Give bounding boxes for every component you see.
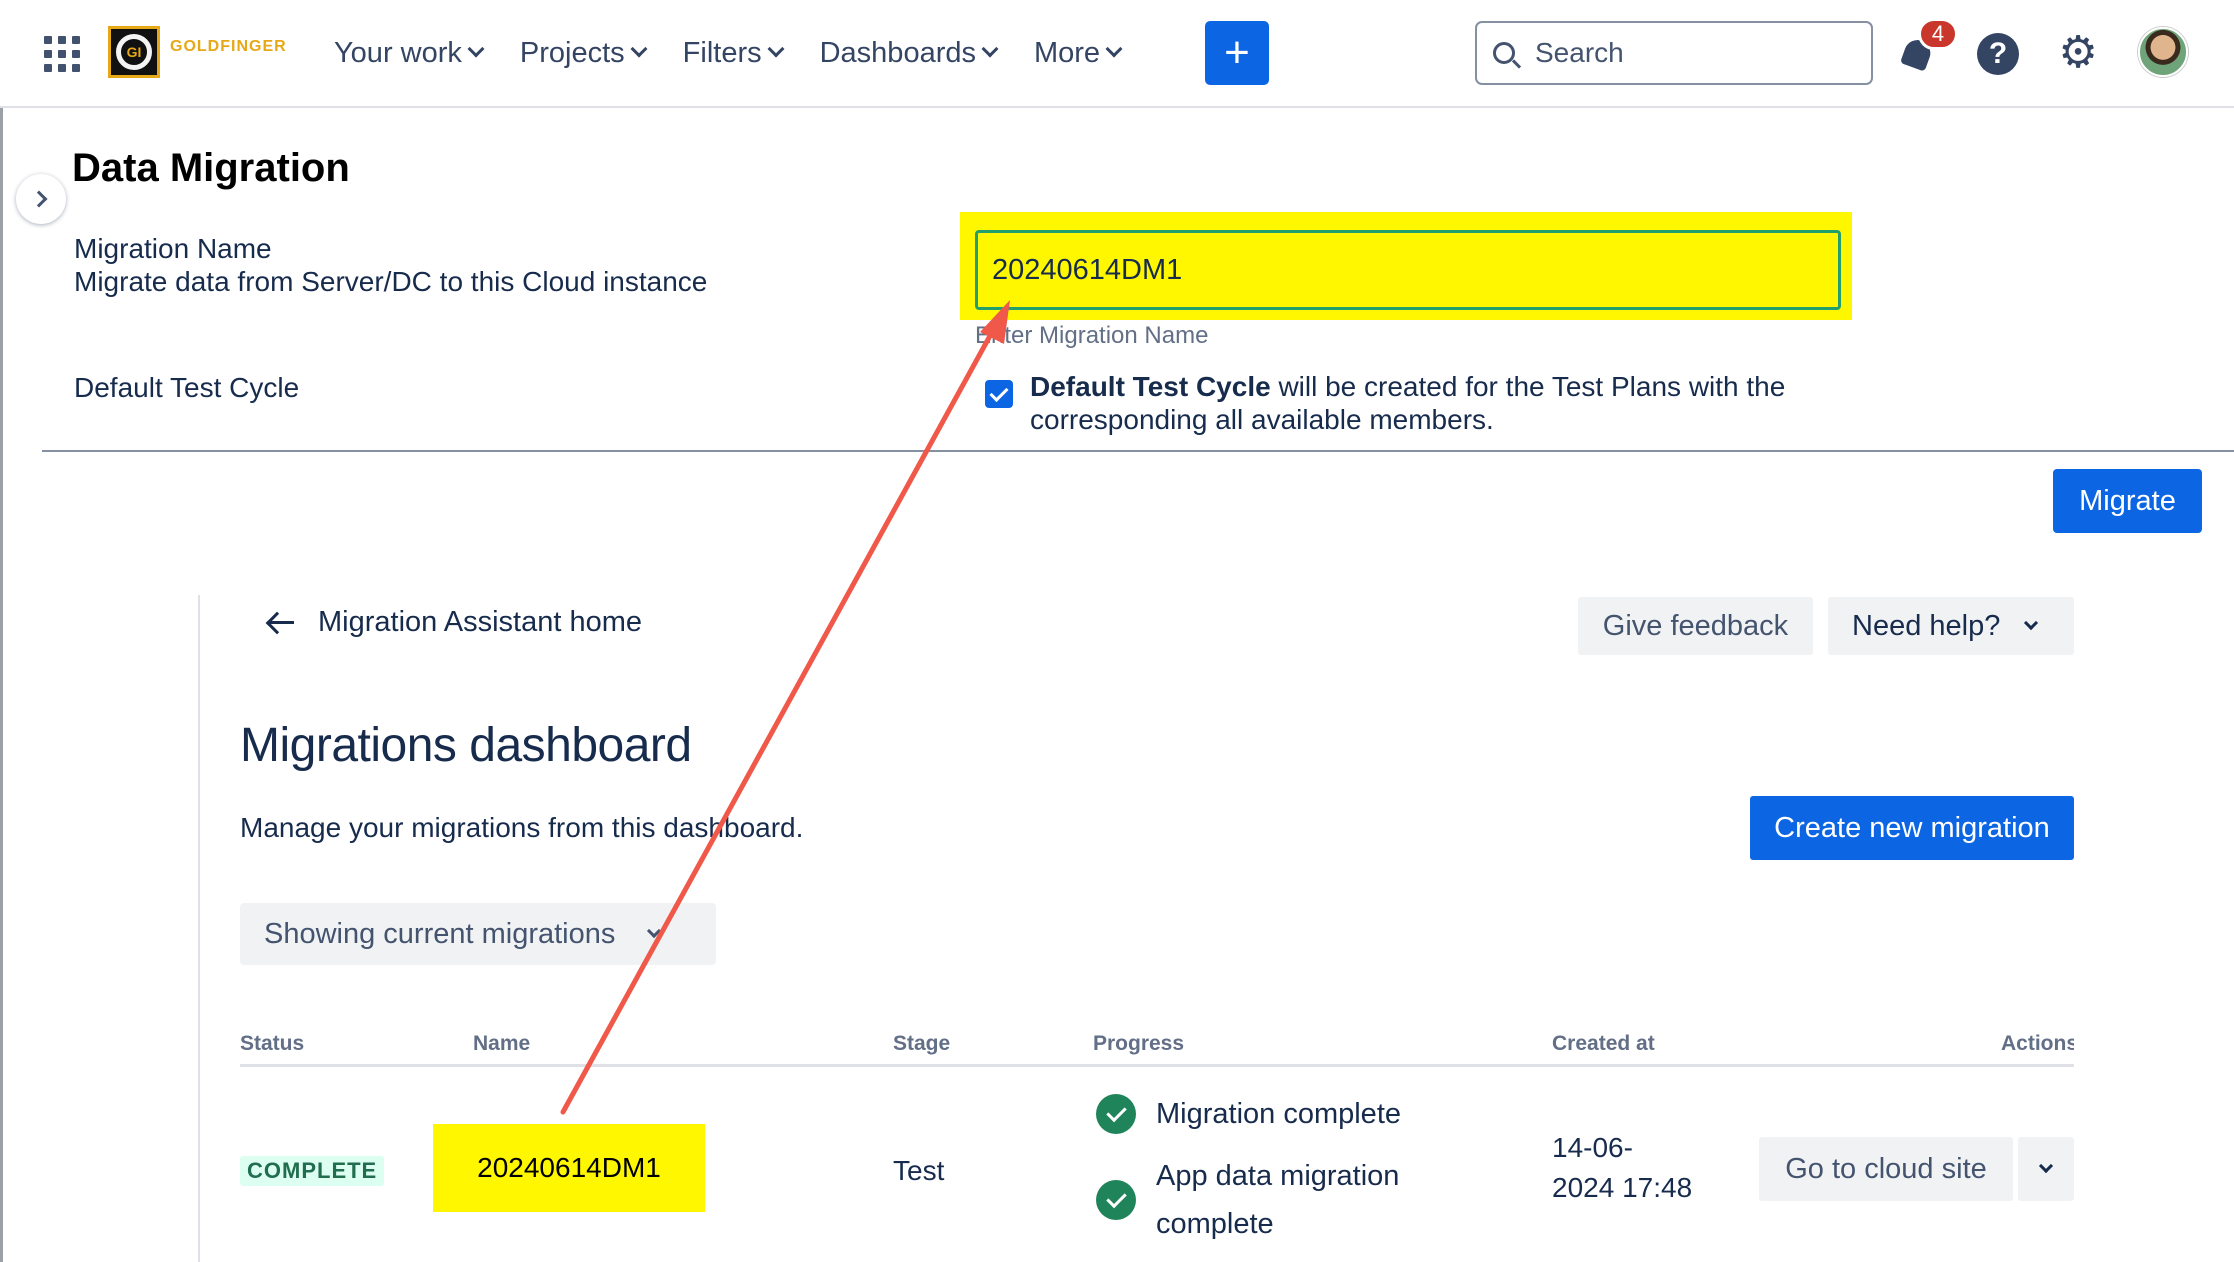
column-header-actions: Actions: [2001, 1032, 2074, 1055]
chevron-down-icon: [2038, 1158, 2054, 1174]
logo-text: GOLDFINGER: [170, 38, 287, 55]
dashboard-title: Migrations dashboard: [240, 719, 692, 772]
created-date: 14-06-: [1552, 1132, 1633, 1163]
migrate-button[interactable]: Migrate: [2053, 469, 2202, 533]
nav-menu: Your work Projects Filters Dashboards Mo…: [334, 30, 1158, 76]
progress-label: Migration complete: [1156, 1098, 1401, 1130]
section-divider: [42, 450, 2234, 452]
chevron-down-icon: [767, 40, 785, 58]
filter-label: Showing current migrations: [264, 917, 616, 950]
logo-mark: GI: [116, 34, 152, 70]
app-switcher-icon[interactable]: [44, 36, 80, 72]
chevron-down-icon: [630, 40, 648, 58]
search-icon: [1493, 42, 1515, 64]
page-title: Data Migration: [72, 146, 350, 190]
migration-assistant-home-link[interactable]: Migration Assistant home: [266, 606, 642, 639]
created-time: 2024 17:48: [1552, 1172, 1693, 1203]
column-header-progress: Progress: [1093, 1032, 1185, 1055]
chevron-down-icon: [1105, 40, 1123, 58]
nav-filters[interactable]: Filters: [682, 30, 785, 76]
settings-gear-icon[interactable]: ⚙: [2056, 31, 2100, 75]
migration-name-cell: 20240614DM1: [433, 1124, 705, 1212]
chevron-down-icon: [2024, 615, 2039, 631]
nav-your-work[interactable]: Your work: [334, 30, 485, 76]
need-help-button[interactable]: Need help?: [1828, 597, 2074, 655]
help-icon[interactable]: ?: [1977, 33, 2019, 75]
search-box[interactable]: [1475, 21, 1873, 85]
create-new-migration-button[interactable]: Create new migration: [1750, 796, 2074, 860]
migration-name-description: Migrate data from Server/DC to this Clou…: [74, 266, 708, 297]
progress-label: App data migration complete: [1156, 1160, 1400, 1240]
migration-filter-select[interactable]: Showing current migrations: [240, 903, 716, 965]
nav-label: Dashboards: [819, 36, 976, 69]
stage-cell: Test: [893, 1155, 945, 1186]
create-button[interactable]: +: [1205, 21, 1269, 85]
column-header-status: Status: [240, 1032, 305, 1055]
annotation-arrow-line: [560, 311, 1005, 1115]
dashboard-subtitle: Manage your migrations from this dashboa…: [240, 812, 804, 843]
column-header-created-at: Created at: [1552, 1032, 1655, 1055]
sidebar-expand-button[interactable]: [16, 174, 66, 224]
search-input[interactable]: [1535, 37, 1855, 69]
default-test-cycle-description: Default Test Cycle will be created for t…: [1030, 370, 1870, 436]
nav-dashboards[interactable]: Dashboards: [819, 30, 999, 76]
table-header-divider: [240, 1064, 2074, 1067]
notification-count-badge: 4: [1918, 18, 1958, 50]
panel-border: [198, 595, 200, 1262]
nav-label: Your work: [334, 36, 462, 69]
status-badge: COMPLETE: [240, 1156, 385, 1186]
company-logo-icon[interactable]: GI: [108, 26, 160, 78]
default-test-cycle-bold: Default Test Cycle: [1030, 371, 1271, 402]
back-link-label: Migration Assistant home: [318, 606, 642, 638]
progress-item: App data migration complete: [1096, 1152, 1436, 1248]
window-frame-edge: [0, 0, 3, 1262]
more-actions-button[interactable]: [2018, 1137, 2074, 1201]
go-to-cloud-site-button[interactable]: Go to cloud site: [1759, 1137, 2013, 1201]
top-navigation: GI GOLDFINGER Your work Projects Filters…: [0, 0, 2234, 108]
give-feedback-button[interactable]: Give feedback: [1578, 597, 1813, 655]
migration-name-label: Migration Name: [74, 233, 272, 264]
nav-label: Projects: [519, 36, 625, 69]
chevron-right-icon: [30, 190, 48, 208]
default-test-cycle-label: Default Test Cycle: [74, 372, 300, 403]
progress-item: Migration complete: [1096, 1090, 1436, 1138]
check-circle-icon: [1096, 1180, 1136, 1220]
arrow-left-icon: [266, 611, 296, 635]
nav-more[interactable]: More: [1033, 30, 1123, 76]
need-help-label: Need help?: [1852, 609, 2001, 642]
column-header-name: Name: [473, 1032, 531, 1055]
chevron-down-icon: [647, 923, 662, 939]
chevron-down-icon: [981, 40, 999, 58]
chevron-down-icon: [467, 40, 485, 58]
default-test-cycle-checkbox[interactable]: [985, 380, 1013, 408]
check-circle-icon: [1096, 1094, 1136, 1134]
user-avatar[interactable]: [2138, 27, 2188, 77]
nav-label: More: [1033, 36, 1101, 69]
column-header-stage: Stage: [893, 1032, 951, 1055]
nav-projects[interactable]: Projects: [519, 30, 648, 76]
nav-label: Filters: [682, 36, 762, 69]
migration-name-input[interactable]: [975, 230, 1841, 310]
migration-name-hint: Enter Migration Name: [975, 322, 1209, 349]
created-at-cell: 14-06- 2024 17:48: [1552, 1128, 1732, 1208]
